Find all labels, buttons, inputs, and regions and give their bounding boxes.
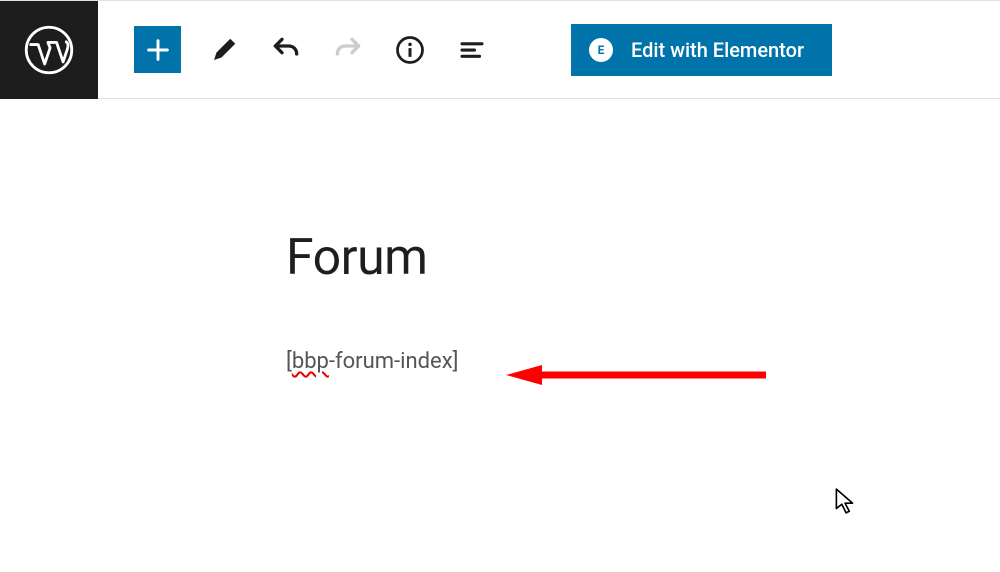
wordpress-logo-button[interactable]: [0, 1, 98, 99]
editor-content-area[interactable]: Forum [bbp-forum-index]: [0, 99, 1000, 374]
undo-button[interactable]: [267, 31, 305, 69]
edit-mode-button[interactable]: [205, 31, 243, 69]
outline-button[interactable]: [453, 31, 491, 69]
edit-with-elementor-button[interactable]: E Edit with Elementor: [571, 24, 832, 76]
cursor-pointer-icon: [834, 487, 856, 515]
undo-icon: [270, 34, 302, 66]
wordpress-logo-icon: [23, 24, 75, 76]
redo-button[interactable]: [329, 31, 367, 69]
pencil-icon: [209, 35, 239, 65]
page-title[interactable]: Forum: [286, 229, 1000, 287]
add-block-button[interactable]: [134, 26, 181, 73]
editor-toolbar: E Edit with Elementor: [0, 1, 1000, 99]
plus-icon: [144, 36, 172, 64]
info-button[interactable]: [391, 31, 429, 69]
spellcheck-word: bbp: [292, 349, 329, 374]
list-view-icon: [457, 35, 487, 65]
redo-icon: [332, 34, 364, 66]
shortcode-paragraph[interactable]: [bbp-forum-index]: [286, 349, 1000, 374]
info-icon: [395, 35, 425, 65]
elementor-badge-icon: E: [589, 38, 613, 62]
elementor-button-label: Edit with Elementor: [631, 38, 804, 62]
